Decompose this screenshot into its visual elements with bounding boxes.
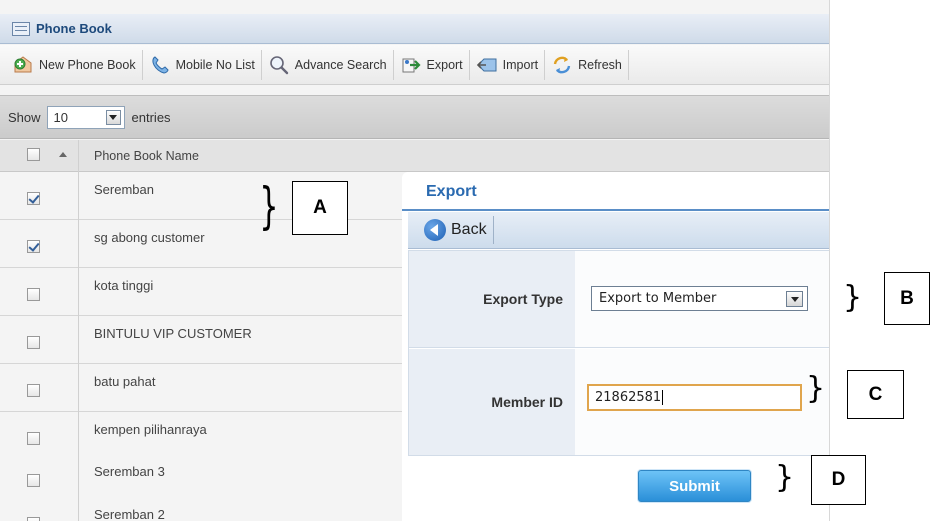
row-name: sg abong customer [94, 230, 205, 245]
mobile-no-list-button[interactable]: Mobile No List [143, 49, 262, 80]
entries-control: Show 10 entries [0, 95, 829, 139]
back-arrow-icon [424, 219, 446, 241]
entries-value: 10 [53, 109, 68, 125]
mobile-no-list-label: Mobile No List [175, 57, 255, 72]
export-icon [400, 54, 422, 76]
row-name: Seremban 3 [94, 464, 165, 479]
row-name: Seremban [94, 182, 154, 197]
advance-search-label: Advance Search [294, 57, 387, 72]
annotation-brace-d: } [775, 460, 795, 495]
advance-search-button[interactable]: Advance Search [262, 49, 394, 80]
panel-titlebar: Phone Book [0, 14, 829, 44]
back-label: Back [451, 221, 487, 238]
new-phone-book-label: New Phone Book [39, 57, 136, 72]
member-id-row: Member ID 21862581 [409, 349, 829, 455]
title-divider [402, 209, 829, 211]
row-checkbox[interactable] [27, 432, 40, 445]
annotation-label-a: A [292, 181, 348, 235]
select-all-checkbox[interactable] [27, 148, 40, 161]
import-label: Import [502, 57, 539, 72]
submit-button[interactable]: Submit [638, 470, 751, 502]
member-id-value: 21862581 [595, 390, 662, 405]
column-header-name[interactable]: Phone Book Name [94, 149, 199, 163]
column-divider [78, 140, 79, 521]
row-name: Seremban 2 [94, 507, 165, 521]
row-checkbox[interactable] [27, 192, 40, 205]
toolbar: New Phone Book Mobile No List Advance Se… [0, 45, 829, 85]
annotation-brace-c: } [806, 371, 826, 406]
row-checkbox[interactable] [27, 288, 40, 301]
export-type-label: Export Type [409, 251, 575, 347]
row-checkbox[interactable] [27, 474, 40, 487]
phone-book-panel: Phone Book New Phone Book Mobile No List [0, 0, 830, 521]
text-caret [662, 390, 664, 405]
row-name: batu pahat [94, 374, 156, 389]
row-checkbox[interactable] [27, 384, 40, 397]
phone-icon [149, 54, 171, 76]
row-name: kota tinggi [94, 278, 154, 293]
back-button[interactable]: Back [424, 216, 494, 244]
chevron-down-icon[interactable] [105, 109, 121, 125]
import-icon [476, 54, 498, 76]
annotation-label-b: B [884, 272, 930, 325]
row-checkbox[interactable] [27, 336, 40, 349]
export-dialog-toolbar: Back [408, 212, 829, 249]
export-type-row: Export Type Export to Member [409, 251, 829, 348]
row-name: kempen pilihanraya [94, 422, 207, 437]
annotation-label-d: D [811, 455, 866, 505]
export-type-value: Export to Member [599, 291, 717, 306]
row-checkbox[interactable] [27, 240, 40, 253]
member-id-label: Member ID [409, 349, 575, 455]
sort-ascending-icon[interactable] [59, 152, 67, 157]
show-label: Show [8, 109, 41, 125]
export-dialog-title: Export [426, 183, 477, 200]
entries-label: entries [131, 109, 171, 125]
annotation-brace-b: } [843, 280, 863, 315]
table-icon [12, 21, 30, 36]
export-type-select[interactable]: Export to Member [591, 286, 808, 311]
add-icon [12, 54, 34, 76]
refresh-icon [551, 54, 573, 76]
export-button[interactable]: Export [394, 49, 470, 80]
chevron-down-icon[interactable] [786, 291, 803, 307]
refresh-label: Refresh [578, 57, 622, 72]
annotation-brace-a: } [259, 177, 279, 235]
export-label: Export [426, 57, 463, 72]
row-name: BINTULU VIP CUSTOMER [94, 326, 252, 341]
search-icon [268, 54, 290, 76]
panel-title: Phone Book [36, 21, 112, 36]
refresh-button[interactable]: Refresh [545, 49, 629, 80]
export-dialog: Export Back Export Type Export to Member… [402, 172, 829, 521]
import-button[interactable]: Import [470, 49, 546, 80]
member-id-input[interactable]: 21862581 [587, 384, 802, 411]
new-phone-book-button[interactable]: New Phone Book [6, 49, 143, 80]
table-header: Phone Book Name [0, 140, 829, 172]
row-checkbox[interactable] [27, 517, 40, 521]
annotation-label-c: C [847, 370, 904, 419]
export-form: Export Type Export to Member Member ID 2… [408, 250, 829, 456]
entries-select[interactable]: 10 [46, 105, 125, 129]
